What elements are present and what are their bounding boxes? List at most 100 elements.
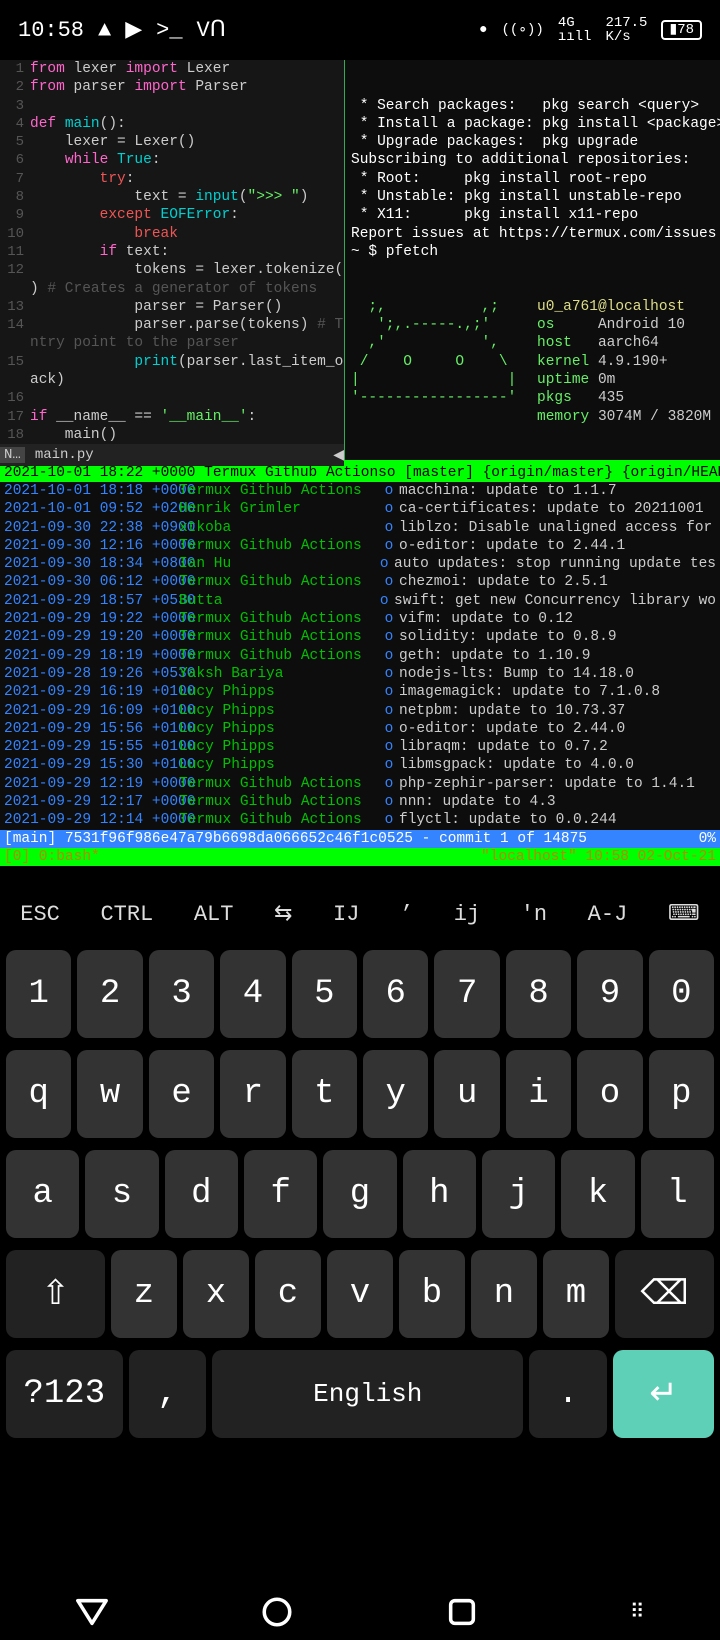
- extra-key[interactable]: ESC: [20, 902, 60, 927]
- key[interactable]: z: [111, 1250, 177, 1338]
- key[interactable]: l: [641, 1150, 714, 1238]
- battery-icon: ▮78: [661, 20, 702, 40]
- enter-key[interactable]: ↵: [613, 1350, 714, 1438]
- key[interactable]: n: [471, 1250, 537, 1338]
- key[interactable]: w: [77, 1050, 142, 1138]
- gitlog-row[interactable]: 2021-09-29 12:19 +0000Termux Github Acti…: [0, 775, 720, 793]
- symbols-key[interactable]: ?123: [6, 1350, 123, 1438]
- key[interactable]: m: [543, 1250, 609, 1338]
- status-time: 10:58: [18, 18, 84, 43]
- tmux-statusbar: [0] 0:bash* "localhost" 10:58 02-Oct-21: [0, 848, 720, 866]
- key[interactable]: o: [577, 1050, 642, 1138]
- home-icon[interactable]: [260, 1595, 294, 1629]
- gitlog-row[interactable]: 2021-09-28 19:26 +0530Yaksh Bariyaonodej…: [0, 665, 720, 683]
- key[interactable]: j: [482, 1150, 555, 1238]
- gitlog-row[interactable]: 2021-09-29 15:30 +0100Lucy Phippsolibmsg…: [0, 756, 720, 774]
- keyboard-switch-icon[interactable]: ⠿: [630, 1599, 645, 1625]
- extra-key[interactable]: ALT: [194, 902, 234, 927]
- key[interactable]: 7: [434, 950, 499, 1038]
- gitlog-row[interactable]: 2021-09-29 15:55 +0100Lucy Phippsolibraq…: [0, 738, 720, 756]
- terminal-area[interactable]: 1from lexer import Lexer2from parser imp…: [0, 60, 720, 884]
- extra-key[interactable]: 'n: [521, 902, 547, 927]
- key[interactable]: 0: [649, 950, 714, 1038]
- youtube-icon: ▶: [125, 17, 142, 43]
- key[interactable]: s: [85, 1150, 158, 1238]
- gitlog-row[interactable]: 2021-09-29 18:57 +0530Buttaoswift: get n…: [0, 592, 720, 610]
- key[interactable]: x: [183, 1250, 249, 1338]
- gitlog-row[interactable]: 2021-09-29 15:56 +0100Lucy Phippsoo-edit…: [0, 720, 720, 738]
- gitlog-row[interactable]: 2021-09-29 12:14 +0000Termux Github Acti…: [0, 811, 720, 829]
- editor-pane[interactable]: 1from lexer import Lexer2from parser imp…: [0, 60, 345, 460]
- gitlog-row[interactable]: 2021-09-30 06:12 +0000Termux Github Acti…: [0, 573, 720, 591]
- vnc-icon: VՈ: [197, 17, 226, 43]
- onscreen-keyboard: 1234567890 qwertyuiop asdfghjkl ⇧zxcvbnm…: [0, 944, 720, 1584]
- key[interactable]: c: [255, 1250, 321, 1338]
- key[interactable]: 1: [6, 950, 71, 1038]
- key[interactable]: p: [649, 1050, 714, 1138]
- key[interactable]: b: [399, 1250, 465, 1338]
- editor-mode-indicator: N…: [0, 447, 25, 463]
- key[interactable]: g: [323, 1150, 396, 1238]
- backspace-key[interactable]: ⌫: [615, 1250, 714, 1338]
- key[interactable]: d: [165, 1150, 238, 1238]
- gitlog-row[interactable]: 2021-09-29 16:09 +0100Lucy Phippsonetpbm…: [0, 702, 720, 720]
- key[interactable]: 2: [77, 950, 142, 1038]
- space-key[interactable]: English: [212, 1350, 523, 1438]
- gitlog-row[interactable]: 2021-09-29 16:19 +0100Lucy Phippsoimagem…: [0, 683, 720, 701]
- key[interactable]: 8: [506, 950, 571, 1038]
- gitlog-row[interactable]: 2021-09-29 12:17 +0000Termux Github Acti…: [0, 793, 720, 811]
- key[interactable]: y: [363, 1050, 428, 1138]
- extra-key[interactable]: ’: [400, 902, 413, 927]
- statusbar: 10:58 ▲ ▶ >_ VՈ ● ((∘)) 4Gııll 217.5 K/s…: [0, 0, 720, 60]
- editor-tabline: N… main.py ◀: [0, 444, 344, 466]
- key[interactable]: 5: [292, 950, 357, 1038]
- key[interactable]: e: [149, 1050, 214, 1138]
- gitlog-row[interactable]: 2021-09-30 12:16 +0000Termux Github Acti…: [0, 537, 720, 555]
- key[interactable]: a: [6, 1150, 79, 1238]
- back-icon[interactable]: [75, 1595, 109, 1629]
- gitlog-row[interactable]: 2021-09-29 18:19 +0000Termux Github Acti…: [0, 647, 720, 665]
- recent-icon[interactable]: [445, 1595, 479, 1629]
- net-icon: 4Gııll: [558, 16, 592, 44]
- gitlog-row[interactable]: 2021-09-30 22:38 +0900xtkobaoliblzo: Dis…: [0, 519, 720, 537]
- extra-key[interactable]: ⇆: [274, 901, 292, 927]
- extra-key[interactable]: ⌨: [668, 901, 700, 927]
- comma-key[interactable]: ,: [129, 1350, 207, 1438]
- terminal-icon: >_: [156, 18, 182, 43]
- key[interactable]: i: [506, 1050, 571, 1138]
- key[interactable]: 3: [149, 950, 214, 1038]
- warning-icon: ▲: [98, 18, 111, 43]
- key[interactable]: q: [6, 1050, 71, 1138]
- key[interactable]: 6: [363, 950, 428, 1038]
- shell-pane[interactable]: * Search packages: pkg search <query> * …: [345, 60, 720, 460]
- gitlog-row[interactable]: 2021-09-30 18:34 +0800Ian Huoauto update…: [0, 555, 720, 573]
- dot-icon: ●: [479, 23, 487, 37]
- net-speed: 217.5 K/s: [605, 16, 647, 44]
- key[interactable]: f: [244, 1150, 317, 1238]
- hotspot-icon: ((∘)): [501, 23, 543, 37]
- extra-key[interactable]: A-J: [588, 902, 628, 927]
- gitlog-header: 2021-10-01 18:22 +0000 Termux Github Act…: [0, 464, 720, 482]
- gitlog-row[interactable]: 2021-09-29 19:22 +0000Termux Github Acti…: [0, 610, 720, 628]
- gitlog-row[interactable]: 2021-09-29 19:20 +0000Termux Github Acti…: [0, 628, 720, 646]
- key[interactable]: t: [292, 1050, 357, 1138]
- key[interactable]: h: [403, 1150, 476, 1238]
- gitlog-statusbar: [main] 7531f96f986e47a79b6698da066652c46…: [0, 830, 720, 848]
- extra-key[interactable]: IJ: [333, 902, 359, 927]
- extra-key[interactable]: CTRL: [100, 902, 153, 927]
- key[interactable]: k: [561, 1150, 634, 1238]
- gitlog-pane[interactable]: 2021-10-01 18:18 +0000Termux Github Acti…: [0, 482, 720, 830]
- key[interactable]: r: [220, 1050, 285, 1138]
- gitlog-row[interactable]: 2021-10-01 09:52 +0200Henrik Grimleroca-…: [0, 500, 720, 518]
- key[interactable]: u: [434, 1050, 499, 1138]
- period-key[interactable]: .: [529, 1350, 607, 1438]
- extra-key[interactable]: ij: [454, 902, 480, 927]
- gitlog-row[interactable]: 2021-10-01 18:18 +0000Termux Github Acti…: [0, 482, 720, 500]
- key[interactable]: 4: [220, 950, 285, 1038]
- tab-arrow-icon: ◀: [333, 447, 344, 464]
- key[interactable]: v: [327, 1250, 393, 1338]
- editor-filename: main.py: [25, 447, 104, 463]
- shift-key[interactable]: ⇧: [6, 1250, 105, 1338]
- key[interactable]: 9: [577, 950, 642, 1038]
- termux-extra-keys: ESC CTRL ALT ⇆ IJ ’ ij 'n A-J ⌨: [0, 884, 720, 944]
